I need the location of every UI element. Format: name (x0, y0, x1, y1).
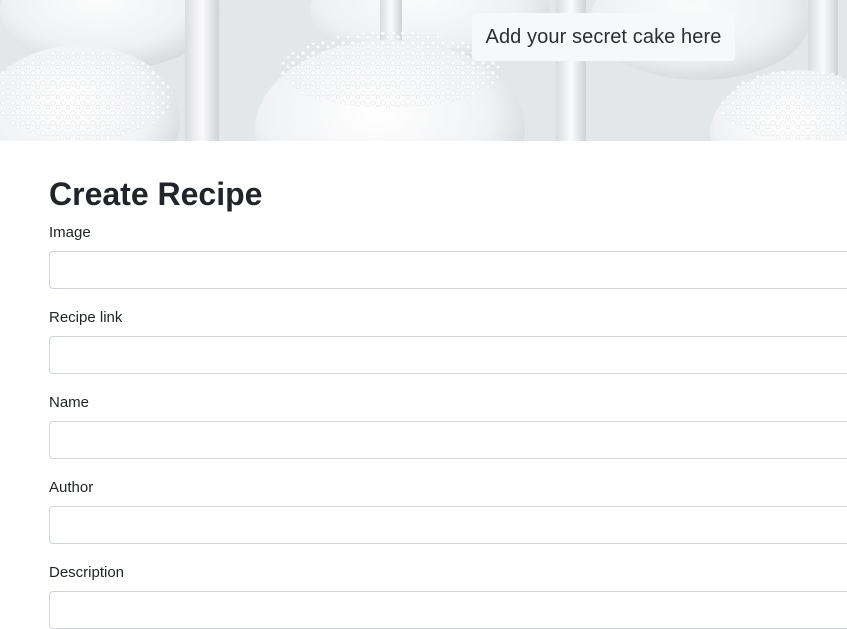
recipe-link-input[interactable] (49, 336, 847, 374)
author-input[interactable] (49, 506, 847, 544)
description-label: Description (49, 564, 125, 581)
image-input[interactable] (49, 251, 847, 289)
name-label: Name (49, 394, 90, 411)
name-input[interactable] (49, 421, 847, 459)
page-title: Create Recipe (49, 176, 263, 212)
author-label: Author (49, 479, 94, 496)
hero-tagline: Add your secret cake here (472, 13, 735, 61)
recipe-link-label: Recipe link (49, 309, 123, 326)
hero-banner: Add your secret cake here (0, 0, 847, 141)
image-label: Image (49, 224, 91, 241)
description-input[interactable] (49, 591, 847, 629)
